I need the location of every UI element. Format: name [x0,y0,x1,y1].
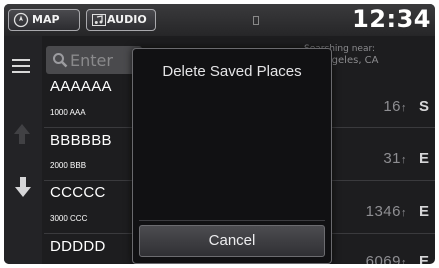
dialog-title: Delete Saved Places [162,63,302,80]
place-address: 3000 CCC [50,214,88,223]
place-distance: 16↑ [383,98,407,115]
place-name[interactable]: DDDDD [50,238,106,255]
map-button[interactable]: MAP [8,9,80,31]
place-direction: S [418,98,429,115]
search-input[interactable] [70,49,140,71]
dialog-divider [139,220,325,221]
search-field[interactable] [46,46,142,74]
cancel-button[interactable]: Cancel [139,225,325,257]
audio-label: AUDIO [107,13,147,26]
place-name[interactable]: AAAAAA [50,78,112,95]
place-address: 2000 BBB [50,161,87,170]
menu-icon[interactable] [12,59,30,73]
navigation-screen: MAP AUDIO 12:34 Enter Searching near: os… [4,4,435,264]
search-icon [53,53,68,68]
compass-icon [13,12,29,28]
status-indicator-icon [253,16,259,25]
clock: 12:34 [352,5,431,33]
left-rail [4,36,42,264]
place-distance: 31↑ [383,150,407,167]
music-note-icon [92,14,106,26]
delete-saved-places-dialog: Delete Saved Places Cancel [132,48,332,264]
place-address: 1000 AAA [50,108,86,117]
map-label: MAP [32,13,60,26]
place-direction: E [418,150,429,167]
place-distance: 6069↑ [365,253,407,264]
place-distance: 1346↑ [365,203,407,220]
place-direction: E [418,203,429,220]
place-name[interactable]: BBBBBB [50,132,112,149]
status-bar: MAP AUDIO 12:34 [4,4,435,36]
audio-button[interactable]: AUDIO [86,9,156,31]
place-direction: E [418,253,429,264]
place-name[interactable]: CCCCC [50,184,106,201]
scroll-down-arrow-icon[interactable] [14,176,32,198]
scroll-up-arrow-icon[interactable] [12,122,32,146]
